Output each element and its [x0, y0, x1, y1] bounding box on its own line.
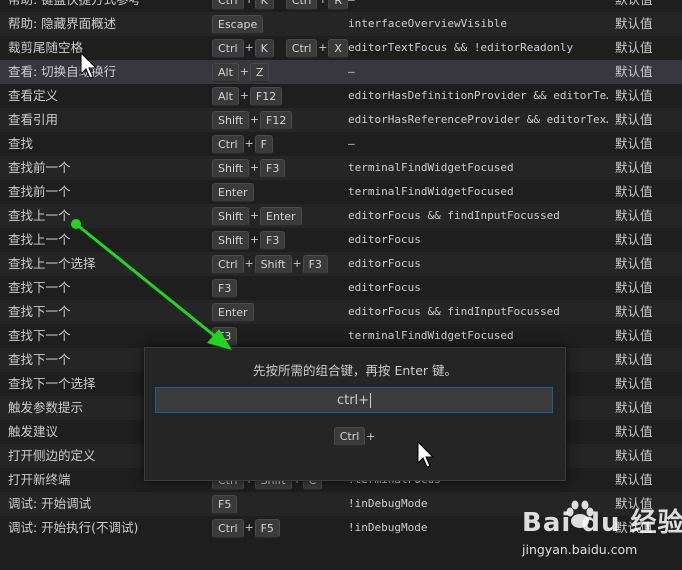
arrow-shaft — [75, 222, 222, 343]
watermark-brand: Bai du 经验 — [522, 508, 682, 538]
watermark-url: jingyan.baidu.com — [522, 542, 638, 557]
annotation-arrow — [71, 219, 232, 350]
mouse-cursor-icon — [417, 441, 435, 468]
baidu-watermark: Bai du 经验 jingyan.baidu.com — [522, 496, 682, 564]
mouse-cursor-icon — [80, 52, 98, 79]
